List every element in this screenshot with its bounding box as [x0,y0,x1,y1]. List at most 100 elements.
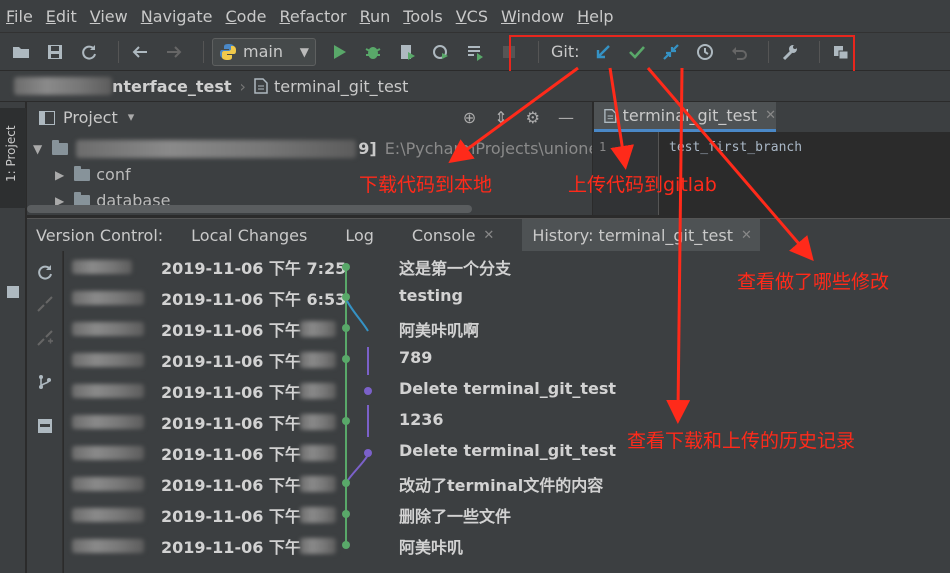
chevron-down-icon[interactable]: ▾ [128,110,135,125]
menu-vcs[interactable]: VCS [456,7,488,26]
compare-icon[interactable] [658,39,684,65]
tab-label: Log [345,225,374,245]
close-icon[interactable]: ✕ [483,228,494,243]
editor-tab-terminal-git-test[interactable]: terminal_git_test ✕ [594,102,776,132]
blurred-project-prefix [14,77,112,95]
breadcrumb-project[interactable]: nterface_test [112,77,232,96]
commit-date: 2019-11-06 下午 [161,538,301,557]
blurred-author [72,291,144,305]
history-clock-icon[interactable] [692,39,718,65]
breadcrumb-file[interactable]: terminal_git_test [274,77,408,96]
annotation-pull: 下载代码到本地 [359,174,493,196]
table-row[interactable]: 2019-11-06 下午 阿美咔叽啊 [64,313,950,344]
main-toolbar: main ▼ Git: [0,33,950,71]
window-icon[interactable] [36,417,54,435]
project-tree: ▼ 9] E:\PycharmProjects\unione ▶ conf ▶ … [27,133,592,215]
annotation-history: 查看下载和上传的历史记录 [627,430,856,452]
table-row[interactable]: 2019-11-06 下午 删除了一些文件 [64,499,950,530]
gear-icon[interactable]: ⚙ [526,108,540,127]
sync-icon[interactable] [76,39,102,65]
stop-icon[interactable] [496,39,522,65]
menu-run[interactable]: Run [360,7,391,26]
forward-arrow-icon[interactable] [161,39,187,65]
left-tool-strip: 1: Project [0,102,26,573]
run-config-selector[interactable]: main ▼ [212,37,316,66]
profile-icon[interactable] [428,39,454,65]
blurred-author [72,415,144,429]
python-icon [220,43,236,60]
menu-help[interactable]: Help [577,7,613,26]
toolbar-separator [767,40,769,63]
commit-message: 阿美咔叽 [399,538,464,557]
commit-date: 2019-11-06 下午 [161,352,301,371]
folder-icon [52,139,69,155]
debug-icon[interactable] [360,39,386,65]
tab-local-changes[interactable]: Local Changes [191,226,307,245]
file-icon [604,108,617,123]
menu-tools[interactable]: Tools [403,7,442,26]
blurred-author [72,446,144,460]
branch-icon[interactable] [36,373,54,391]
table-row[interactable]: 2019-11-06 下午 阿美咔叽 [64,530,950,561]
tree-item-conf[interactable]: ▶ conf [55,165,131,184]
horizontal-scrollbar[interactable] [27,205,472,213]
version-control-side-toolbar [27,251,63,573]
branch-label: main [243,42,283,61]
blurred-author [72,508,144,522]
toolbar-separator [818,40,820,63]
update-project-icon[interactable] [590,39,616,65]
collapse-all-icon[interactable]: ⇕ [494,108,507,127]
commit-message: 改动了terminal文件的内容 [399,476,604,495]
diff-icon[interactable] [36,329,54,347]
project-tool-tab[interactable]: 1: Project [0,108,26,208]
run-list-icon[interactable] [462,39,488,65]
vcs-operations-icon[interactable] [828,39,854,65]
project-tool-tab-label: 1: Project [4,125,18,182]
table-row[interactable]: 2019-11-06 下午 改动了terminal文件的内容 [64,468,950,499]
annotation-changes: 查看做了哪些修改 [737,271,890,293]
coverage-icon[interactable] [394,39,420,65]
run-icon[interactable] [326,39,352,65]
menu-window[interactable]: Window [501,7,564,26]
commit-message: Delete terminal_git_test [399,441,617,460]
commit-date: 2019-11-06 下午 7:25 [161,259,347,278]
rollback-icon[interactable] [726,39,752,65]
table-row[interactable]: 2019-11-06 下午 789 [64,344,950,375]
blurred-author [72,353,144,367]
close-icon[interactable]: ✕ [765,108,776,123]
commit-check-icon[interactable] [624,39,650,65]
menu-view[interactable]: View [90,7,128,26]
commit-date: 2019-11-06 下午 [161,507,301,526]
tab-log[interactable]: Log [345,226,374,245]
expand-arrow-icon: ▶ [55,167,65,182]
project-panel-header: Project ▾ ⊕ ⇕ ⚙ — [27,102,592,133]
menu-edit[interactable]: Edit [46,7,77,26]
editor-tab-bar: terminal_git_test ✕ [593,102,950,132]
toolbar-separator [203,40,204,63]
table-row[interactable]: 2019-11-06 下午 Delete terminal_git_test [64,375,950,406]
tab-history[interactable]: History: terminal_git_test ✕ [522,218,760,252]
folder-small-icon [7,286,19,298]
blurred-author [72,322,144,336]
back-arrow-icon[interactable] [127,39,153,65]
commit-date: 2019-11-06 下午 [161,414,301,433]
commit-date: 2019-11-06 下午 6:53 [161,290,347,309]
menu-refactor[interactable]: Refactor [279,7,346,26]
tree-root-row[interactable]: ▼ 9] E:\PycharmProjects\unione [33,139,592,158]
locate-target-icon[interactable]: ⊕ [463,108,476,127]
blurred-author [72,539,144,553]
refresh-icon[interactable] [36,263,54,281]
minimize-icon[interactable]: — [558,108,574,127]
expand-arrow-icon: ▼ [33,141,43,156]
wrench-icon[interactable] [777,39,803,65]
tab-console[interactable]: Console ✕ [412,226,494,245]
compare-icon[interactable] [36,295,54,313]
blurred-author [72,477,144,491]
menu-navigate[interactable]: Navigate [141,7,213,26]
project-panel-title[interactable]: Project [63,108,118,127]
menu-code[interactable]: Code [226,7,267,26]
menu-file[interactable]: File [6,7,33,26]
open-folder-icon[interactable] [8,39,34,65]
close-icon[interactable]: ✕ [741,228,752,243]
save-icon[interactable] [42,39,68,65]
